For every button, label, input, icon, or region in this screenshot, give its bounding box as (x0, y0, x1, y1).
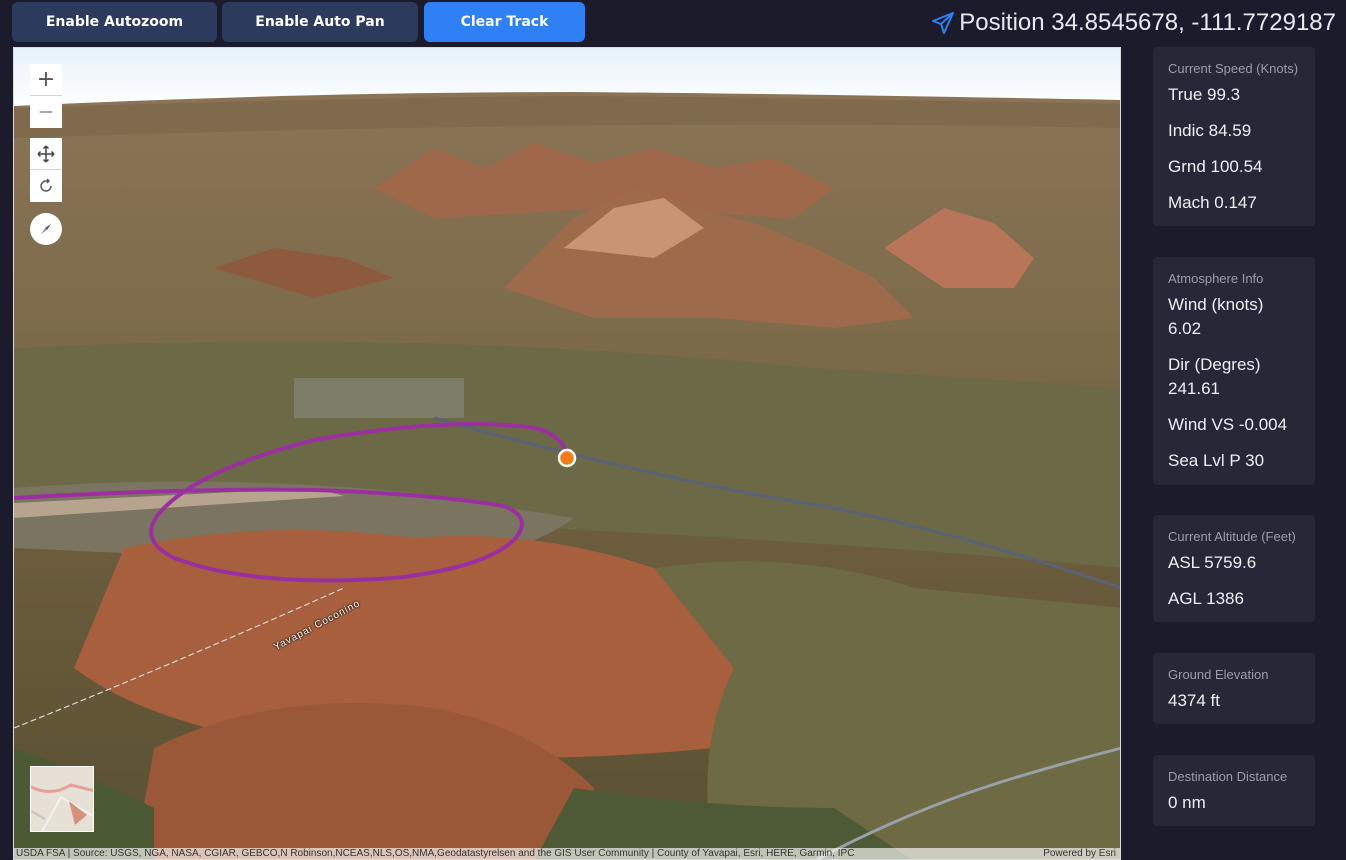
rotate-icon (40, 178, 52, 192)
ground-elevation-title: Ground Elevation (1168, 667, 1269, 682)
destination-distance-panel: Destination Distance 0 nm (1153, 755, 1315, 826)
top-toolbar: Enable Autozoom Enable Auto Pan Clear Tr… (0, 0, 1346, 46)
minus-icon: — (39, 104, 53, 120)
atmosphere-info-title: Atmosphere Info (1168, 271, 1264, 286)
sea-level-pressure: Sea Lvl P 30 (1168, 451, 1265, 470)
destination-distance-title: Destination Distance (1168, 769, 1288, 784)
position-readout: Position 34.8545678, -111.7729187 (931, 8, 1336, 38)
rotate-mode-button[interactable] (30, 170, 62, 202)
current-altitude-panel: Current Altitude (Feet) ASL 5759.6 AGL 1… (1153, 515, 1315, 622)
terrain-scene (14, 48, 1120, 859)
compass-icon (41, 224, 51, 234)
wind-speed: Wind (knots) 6.02 (1168, 293, 1300, 341)
altitude-asl: ASL 5759.6 (1168, 553, 1257, 572)
map-view[interactable]: Yavapai Coconino + — USDA FSA | Source: … (13, 47, 1121, 860)
wind-speed-value: 6.02 (1168, 319, 1202, 338)
indicated-airspeed: Indic 84.59 (1168, 121, 1252, 140)
move-arrows-icon (37, 144, 55, 163)
wind-speed-label: Wind (knots) (1168, 295, 1264, 314)
map-attribution: USDA FSA | Source: USGS, NGA, NASA, CGIA… (14, 848, 1120, 859)
zoom-in-button[interactable]: + (30, 64, 62, 96)
pan-mode-button[interactable] (30, 138, 62, 170)
atmosphere-info-panel: Atmosphere Info Wind (knots) 6.02 Dir (D… (1153, 257, 1315, 485)
wind-direction-value: 241.61 (1168, 379, 1220, 398)
ground-elevation-panel: Ground Elevation 4374 ft (1153, 653, 1315, 724)
current-speed-title: Current Speed (Knots) (1168, 61, 1299, 76)
current-speed-panel: Current Speed (Knots) True 99.3 Indic 84… (1153, 47, 1315, 226)
wind-direction: Dir (Degres) 241.61 (1168, 353, 1300, 401)
true-airspeed: True 99.3 (1168, 85, 1241, 104)
plus-icon: + (36, 67, 56, 92)
altitude-agl: AGL 1386 (1168, 589, 1244, 608)
destination-distance-value: 0 nm (1168, 793, 1206, 812)
overview-map-image (31, 767, 93, 831)
clear-track-button[interactable]: Clear Track (424, 2, 585, 42)
compass-button[interactable] (30, 213, 62, 245)
wind-direction-label: Dir (Degres) (1168, 355, 1261, 374)
ground-elevation-value: 4374 ft (1168, 691, 1220, 710)
current-altitude-title: Current Altitude (Feet) (1168, 529, 1296, 544)
paper-plane-icon (932, 12, 955, 34)
wind-vertical-speed: Wind VS -0.004 (1168, 415, 1288, 434)
attribution-text: USDA FSA | Source: USGS, NGA, NASA, CGIA… (16, 848, 855, 859)
overview-map-thumbnail[interactable] (30, 766, 94, 832)
enable-auto-pan-button[interactable]: Enable Auto Pan (222, 2, 418, 42)
powered-by-esri-link[interactable]: Powered by Esri (1043, 848, 1116, 859)
enable-autozoom-button[interactable]: Enable Autozoom (12, 2, 217, 42)
ground-speed: Grnd 100.54 (1168, 157, 1263, 176)
zoom-out-button[interactable]: — (30, 96, 62, 128)
mach-number: Mach 0.147 (1168, 193, 1257, 212)
position-text: Position 34.8545678, -111.7729187 (959, 9, 1336, 36)
